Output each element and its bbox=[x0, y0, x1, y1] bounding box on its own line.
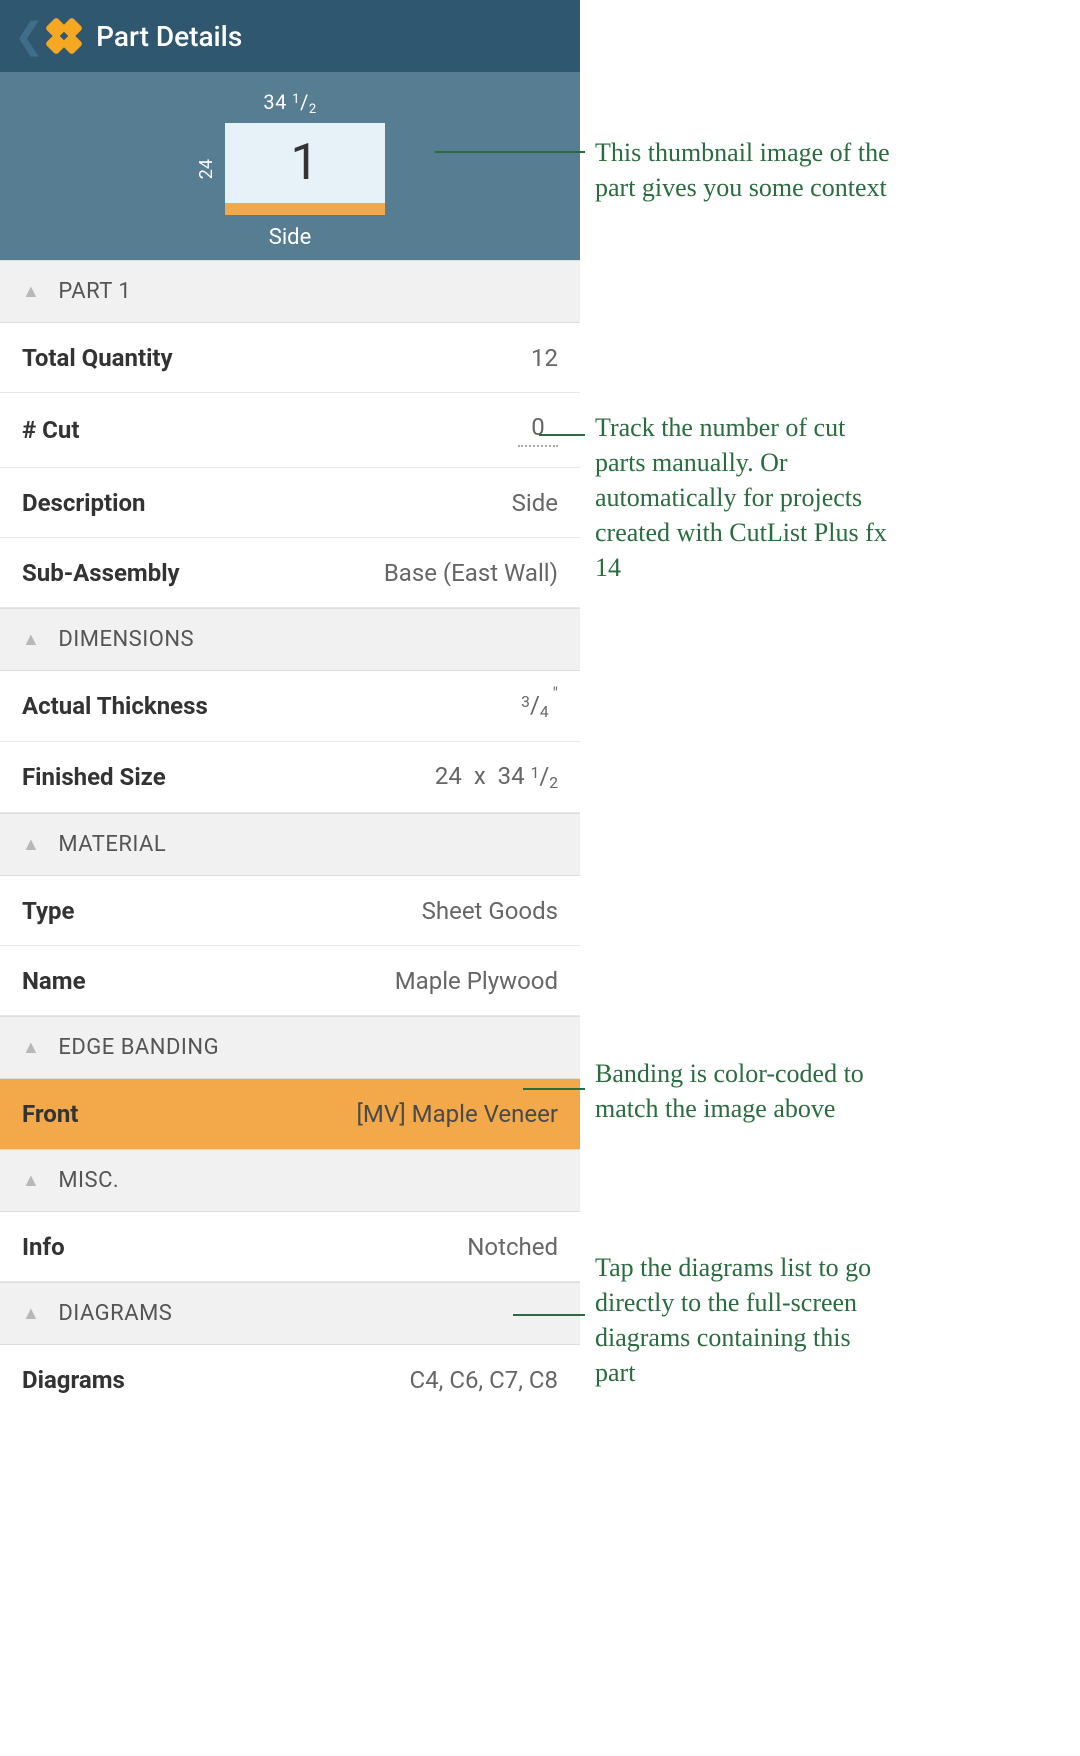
label-material-name: Name bbox=[22, 967, 86, 995]
section-title: PART 1 bbox=[58, 279, 131, 304]
thumbnail-width-dim: 34 1/2 bbox=[263, 90, 316, 117]
row-edge-banding-front[interactable]: Front [MV] Maple Veneer bbox=[0, 1079, 580, 1149]
section-header-material[interactable]: ▲ MATERIAL bbox=[0, 813, 580, 876]
section-header-dimensions[interactable]: ▲ DIMENSIONS bbox=[0, 608, 580, 671]
row-total-quantity: Total Quantity 12 bbox=[0, 323, 580, 393]
chevron-up-icon: ▲ bbox=[22, 834, 40, 855]
section-title: MATERIAL bbox=[58, 832, 166, 857]
label-finished-size: Finished Size bbox=[22, 763, 166, 791]
app-logo-icon bbox=[39, 11, 90, 62]
chevron-up-icon: ▲ bbox=[22, 281, 40, 302]
value-info: Notched bbox=[467, 1233, 558, 1261]
section-header-part[interactable]: ▲ PART 1 bbox=[0, 260, 580, 323]
label-info: Info bbox=[22, 1233, 65, 1261]
section-header-misc[interactable]: ▲ MISC. bbox=[0, 1149, 580, 1212]
value-total-quantity: 12 bbox=[531, 344, 558, 372]
row-info: Info Notched bbox=[0, 1212, 580, 1282]
row-material-type: Type Sheet Goods bbox=[0, 876, 580, 946]
section-header-diagrams[interactable]: ▲ DIAGRAMS bbox=[0, 1282, 580, 1345]
chevron-up-icon: ▲ bbox=[22, 1037, 40, 1058]
label-cut-count: # Cut bbox=[22, 416, 79, 444]
part-thumbnail-panel: 34 1/2 24 1 Side bbox=[0, 72, 580, 260]
row-description: Description Side bbox=[0, 468, 580, 538]
section-header-edge-banding[interactable]: ▲ EDGE BANDING bbox=[0, 1016, 580, 1079]
thumbnail-height-dim: 24 bbox=[196, 159, 217, 179]
part-thumbnail[interactable]: 1 bbox=[225, 123, 385, 215]
row-finished-size: Finished Size 24 x 34 1/2 bbox=[0, 742, 580, 813]
chevron-up-icon: ▲ bbox=[22, 629, 40, 650]
label-diagrams: Diagrams bbox=[22, 1366, 125, 1394]
annotation-diagrams: Tap the diagrams list to go directly to … bbox=[595, 1250, 895, 1390]
value-edge-banding-front: [MV] Maple Veneer bbox=[357, 1100, 558, 1128]
value-diagrams: C4, C6, C7, C8 bbox=[410, 1366, 558, 1394]
row-material-name: Name Maple Plywood bbox=[0, 946, 580, 1016]
value-description: Side bbox=[512, 489, 558, 517]
label-material-type: Type bbox=[22, 897, 75, 925]
section-title: DIAGRAMS bbox=[58, 1301, 172, 1326]
section-title: MISC. bbox=[58, 1168, 119, 1193]
label-actual-thickness: Actual Thickness bbox=[22, 692, 208, 720]
label-sub-assembly: Sub-Assembly bbox=[22, 559, 180, 587]
row-diagrams[interactable]: Diagrams C4, C6, C7, C8 bbox=[0, 1345, 580, 1415]
section-title: DIMENSIONS bbox=[58, 627, 194, 652]
value-cut-count[interactable]: 0 bbox=[518, 413, 558, 447]
part-details-panel: ❮ Part Details 34 1/2 24 1 Side ▲ PART 1… bbox=[0, 0, 580, 1415]
annotation-thumbnail: This thumbnail image of the part gives y… bbox=[595, 135, 895, 205]
annotation-banding: Banding is color-coded to match the imag… bbox=[595, 1056, 895, 1126]
label-edge-banding-front: Front bbox=[22, 1100, 78, 1128]
value-finished-size: 24 x 34 1/2 bbox=[435, 762, 558, 792]
value-actual-thickness: 3/4" bbox=[521, 691, 558, 721]
value-material-type: Sheet Goods bbox=[422, 897, 558, 925]
chevron-up-icon: ▲ bbox=[22, 1303, 40, 1324]
annotation-cut-tracking: Track the number of cut parts manually. … bbox=[595, 410, 895, 585]
value-sub-assembly: Base (East Wall) bbox=[384, 559, 558, 587]
thumbnail-part-number: 1 bbox=[290, 134, 318, 192]
value-material-name: Maple Plywood bbox=[395, 967, 558, 995]
row-actual-thickness: Actual Thickness 3/4" bbox=[0, 671, 580, 742]
section-title: EDGE BANDING bbox=[58, 1035, 219, 1060]
thumbnail-label: Side bbox=[269, 225, 312, 250]
label-description: Description bbox=[22, 489, 146, 517]
row-sub-assembly: Sub-Assembly Base (East Wall) bbox=[0, 538, 580, 608]
header-bar: ❮ Part Details bbox=[0, 0, 580, 72]
label-total-quantity: Total Quantity bbox=[22, 344, 173, 372]
page-title: Part Details bbox=[96, 20, 242, 53]
row-cut-count[interactable]: # Cut 0 bbox=[0, 393, 580, 468]
chevron-up-icon: ▲ bbox=[22, 1170, 40, 1191]
